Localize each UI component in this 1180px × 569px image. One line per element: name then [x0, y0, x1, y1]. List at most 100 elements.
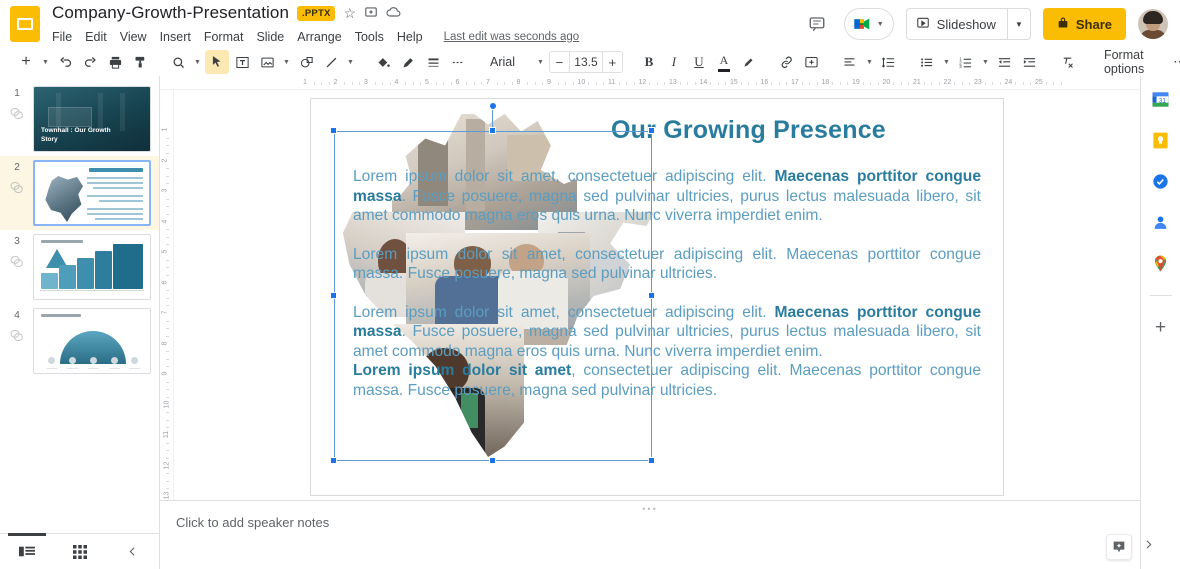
add-slide-dropdown-icon[interactable]: ▼: [39, 50, 52, 74]
paint-format-icon[interactable]: [128, 50, 152, 74]
list-item[interactable]: 4: [0, 304, 159, 378]
zoom-icon[interactable]: [166, 50, 190, 74]
line-icon[interactable]: [319, 50, 343, 74]
google-calendar-icon[interactable]: 31: [1150, 88, 1172, 110]
text-color-button[interactable]: A: [712, 50, 736, 74]
move-to-folder-icon[interactable]: [364, 5, 378, 21]
slide-thumbnail[interactable]: [33, 234, 151, 300]
bold-button[interactable]: B: [637, 50, 661, 74]
slides-app-icon[interactable]: [10, 6, 40, 42]
decrease-font-size-button[interactable]: −: [550, 55, 569, 70]
menu-format[interactable]: Format: [204, 30, 244, 44]
shape-icon[interactable]: [294, 50, 318, 74]
menu-slide[interactable]: Slide: [256, 30, 284, 44]
numbered-list-icon[interactable]: 1 2 3: [954, 50, 978, 74]
line-spacing-icon[interactable]: [877, 50, 901, 74]
fill-color-icon[interactable]: [371, 50, 395, 74]
undo-icon[interactable]: [53, 50, 77, 74]
insert-image-icon[interactable]: [255, 50, 279, 74]
add-comment-icon[interactable]: [800, 50, 824, 74]
text-box-icon[interactable]: [230, 50, 254, 74]
comment-history-icon[interactable]: [802, 9, 832, 39]
more-options-icon[interactable]: ⋯: [1168, 50, 1180, 74]
zoom-dropdown-icon[interactable]: ▼: [191, 50, 204, 74]
selection-handle-e[interactable]: [648, 292, 655, 299]
last-edit-status[interactable]: Last edit was seconds ago: [444, 31, 580, 43]
filmstrip-scroll[interactable]: 1 Townhall : Our Growth Story 2: [0, 76, 159, 533]
rotation-handle[interactable]: [489, 102, 497, 110]
image-dropdown-icon[interactable]: ▼: [280, 50, 293, 74]
slide-thumbnail[interactable]: Townhall : Our Growth Story: [33, 86, 151, 152]
slideshow-button[interactable]: Slideshow ▼: [906, 8, 1031, 40]
selection-handle-n[interactable]: [489, 127, 496, 134]
speaker-notes-placeholder[interactable]: Click to add speaker notes: [176, 515, 1124, 530]
selection-handle-nw[interactable]: [330, 127, 337, 134]
menu-edit[interactable]: Edit: [85, 30, 107, 44]
collapse-filmstrip-icon[interactable]: [118, 540, 148, 564]
bulleted-list-dropdown-icon[interactable]: ▼: [940, 50, 953, 74]
expand-panel-icon[interactable]: [1142, 538, 1155, 556]
slide-body-text[interactable]: Lorem ipsum dolor sit amet, consectetuer…: [353, 167, 981, 400]
print-icon[interactable]: [103, 50, 127, 74]
selection-handle-se[interactable]: [648, 457, 655, 464]
align-dropdown-icon[interactable]: ▼: [863, 50, 876, 74]
chevron-down-icon[interactable]: ▼: [1007, 9, 1030, 39]
align-icon[interactable]: [838, 50, 862, 74]
filmstrip-view-icon[interactable]: [12, 540, 42, 564]
slide-thumbnail[interactable]: [33, 308, 151, 374]
increase-font-size-button[interactable]: +: [603, 55, 622, 70]
menu-file[interactable]: File: [52, 30, 72, 44]
redo-icon[interactable]: [78, 50, 102, 74]
selection-handle-sw[interactable]: [330, 457, 337, 464]
menu-view[interactable]: View: [120, 30, 147, 44]
clear-formatting-icon[interactable]: [1056, 50, 1080, 74]
speaker-notes-panel[interactable]: ••• Click to add speaker notes: [160, 500, 1140, 569]
document-title[interactable]: Company-Growth-Presentation: [52, 3, 289, 23]
highlight-color-icon[interactable]: [737, 50, 761, 74]
add-slide-icon[interactable]: +: [14, 50, 38, 74]
share-button[interactable]: Share: [1043, 8, 1126, 40]
menu-insert[interactable]: Insert: [160, 30, 191, 44]
drag-handle-icon[interactable]: •••: [642, 504, 657, 514]
google-tasks-icon[interactable]: [1150, 170, 1172, 192]
google-contacts-icon[interactable]: [1150, 211, 1172, 233]
google-meet-button[interactable]: ▼: [844, 8, 894, 40]
decrease-indent-icon[interactable]: [993, 50, 1017, 74]
selection-handle-w[interactable]: [330, 292, 337, 299]
select-cursor-icon[interactable]: [205, 50, 229, 74]
selection-handle-ne[interactable]: [648, 127, 655, 134]
google-keep-icon[interactable]: [1150, 129, 1172, 151]
google-maps-icon[interactable]: [1150, 252, 1172, 274]
slide-canvas[interactable]: Our Growing Presence Lorem ipsum dolor s…: [310, 98, 1004, 496]
selection-handle-s[interactable]: [489, 457, 496, 464]
insert-link-icon[interactable]: [775, 50, 799, 74]
star-icon[interactable]: ☆: [343, 6, 356, 20]
list-item[interactable]: 2: [0, 156, 159, 230]
list-item[interactable]: 3: [0, 230, 159, 304]
explore-icon[interactable]: [1106, 534, 1132, 560]
border-dash-icon[interactable]: [446, 50, 470, 74]
italic-button[interactable]: I: [662, 50, 686, 74]
menu-help[interactable]: Help: [397, 30, 423, 44]
cloud-saved-icon[interactable]: [386, 5, 402, 21]
add-addon-button[interactable]: +: [1150, 317, 1172, 339]
format-options-button[interactable]: Format options: [1094, 48, 1154, 76]
bulleted-list-icon[interactable]: [915, 50, 939, 74]
list-item[interactable]: 1 Townhall : Our Growth Story: [0, 82, 159, 156]
border-weight-icon[interactable]: [421, 50, 445, 74]
increase-indent-icon[interactable]: [1018, 50, 1042, 74]
menu-tools[interactable]: Tools: [355, 30, 384, 44]
font-family-selector[interactable]: Arial ▼: [484, 51, 544, 73]
slide-thumbnail[interactable]: [33, 160, 151, 226]
font-size-input[interactable]: 13.5: [569, 52, 603, 72]
numbered-list-dropdown-icon[interactable]: ▼: [979, 50, 992, 74]
slide-stage[interactable]: Our Growing Presence Lorem ipsum dolor s…: [174, 90, 1140, 500]
line-dropdown-icon[interactable]: ▼: [344, 50, 357, 74]
user-avatar[interactable]: [1138, 9, 1168, 39]
underline-button[interactable]: U: [687, 50, 711, 74]
horizontal-ruler[interactable]: 1234567891011121314151617181920212223242…: [160, 76, 1140, 90]
grid-view-icon[interactable]: [65, 540, 95, 564]
border-color-icon[interactable]: [396, 50, 420, 74]
menu-arrange[interactable]: Arrange: [297, 30, 341, 44]
vertical-ruler[interactable]: 1234567891011121314: [160, 90, 174, 500]
